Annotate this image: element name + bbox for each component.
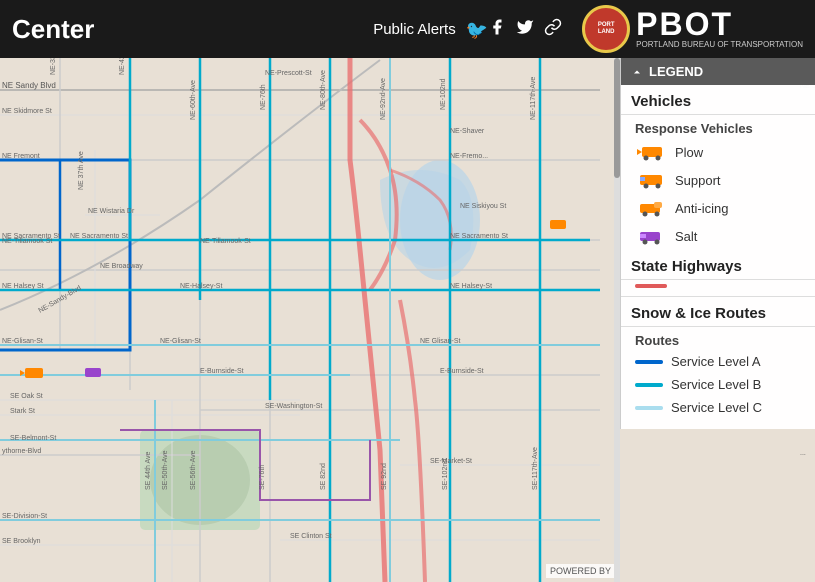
state-highway-line [635, 284, 667, 288]
pbot-big-text: PBOT [636, 8, 803, 40]
header: Center Public Alerts 🐦 PORTLAND PBOT POR… [0, 0, 815, 58]
svg-text:SE-117th-Ave: SE-117th-Ave [532, 447, 539, 490]
svg-text:SE-56th-Ave: SE-56th-Ave [190, 450, 197, 490]
svg-text:NE-60th-Ave: NE-60th-Ave [190, 80, 197, 120]
legend-item-support: Support [621, 166, 815, 194]
routes-subtitle: Routes [621, 327, 815, 350]
svg-text:SE Brooklyn: SE Brooklyn [2, 538, 41, 545]
plow-icon [635, 142, 667, 162]
svg-text:NE-Tillamook-St: NE-Tillamook-St [200, 238, 251, 245]
pbot-small-text: PORTLAND BUREAU OF TRANSPORTATION [636, 40, 803, 50]
legend-item-state-highway [621, 280, 815, 292]
svg-text:NE Glisan-St: NE Glisan-St [420, 338, 461, 345]
vehicles-section-title: Vehicles [621, 85, 815, 115]
legend-item-service-level-b: Service Level B [621, 373, 815, 396]
svg-text:NE-Prescott-St: NE-Prescott-St [265, 70, 312, 77]
svg-text:NE Siskiyou St: NE Siskiyou St [460, 203, 506, 210]
legend-panel: LEGEND Vehicles Response Vehicles Plow S… [620, 58, 815, 429]
svg-text:NE-Fremo...: NE-Fremo... [450, 153, 488, 160]
support-icon [635, 170, 667, 190]
svg-text:NE-Tillamook St: NE-Tillamook St [2, 238, 52, 245]
svg-text:E-Burnside-St: E-Burnside-St [440, 368, 484, 375]
svg-text:SE-76th: SE-76th [259, 465, 266, 490]
svg-text:SE-102nd: SE-102nd [442, 459, 449, 490]
legend-scrollbar-thumb[interactable] [614, 58, 620, 178]
svg-text:NE Halsey St: NE Halsey St [2, 283, 44, 290]
pbot-text: PBOT PORTLAND BUREAU OF TRANSPORTATION [636, 8, 803, 50]
powered-by: POWERED BY [546, 564, 615, 578]
svg-text:NE Sandy Blvd: NE Sandy Blvd [2, 81, 56, 90]
pbot-logo-circle: PORTLAND [582, 5, 630, 53]
plow-label: Plow [675, 145, 703, 160]
twitter-icon[interactable] [516, 18, 534, 41]
anti-icing-icon [635, 198, 667, 218]
response-vehicles-subtitle: Response Vehicles [621, 115, 815, 138]
pbot-logo: PORTLAND PBOT PORTLAND BUREAU OF TRANSPO… [582, 5, 803, 53]
service-level-c-line [635, 406, 663, 410]
svg-text:SE 92nd: SE 92nd [381, 463, 388, 490]
svg-text:NE-76th: NE-76th [260, 84, 267, 110]
legend-item-anti-icing: Anti-icing [621, 194, 815, 222]
svg-text:...: ... [800, 450, 806, 457]
svg-text:ythorne-Blvd: ythorne-Blvd [2, 448, 41, 455]
snow-ice-routes-title: Snow & Ice Routes [621, 296, 815, 327]
svg-text:NE-Glisan-St: NE-Glisan-St [2, 338, 43, 345]
legend-scrollbar[interactable] [614, 58, 620, 582]
header-right: Public Alerts 🐦 PORTLAND PBOT PORTLAND B… [373, 5, 803, 53]
legend-header: LEGEND [621, 58, 815, 85]
legend-header-label: LEGEND [649, 64, 703, 79]
support-label: Support [675, 173, 721, 188]
svg-text:NE Wistaria Dr: NE Wistaria Dr [88, 208, 135, 215]
svg-text:SE 82nd: SE 82nd [320, 463, 327, 490]
svg-text:NE-80th-Ave: NE-80th-Ave [320, 70, 327, 110]
powered-by-text: POWERED BY [550, 566, 611, 576]
state-highways-title: State Highways [621, 250, 815, 280]
svg-text:NE-102nd: NE-102nd [440, 78, 447, 110]
svg-text:NE Sacramento St: NE Sacramento St [70, 233, 128, 240]
svg-text:SE Oak St: SE Oak St [10, 393, 43, 400]
service-level-b-label: Service Level B [671, 377, 761, 392]
legend-item-service-level-c: Service Level C [621, 396, 815, 419]
svg-text:NE Skidmore St: NE Skidmore St [2, 108, 52, 115]
salt-label: Salt [675, 229, 697, 244]
svg-text:NE-Shaver: NE-Shaver [450, 128, 485, 135]
svg-text:NE Halsey-St: NE Halsey-St [450, 283, 492, 290]
facebook-icon[interactable]: 🐦 [466, 18, 506, 41]
link-icon[interactable] [544, 18, 562, 41]
svg-text:SE-Division-St: SE-Division-St [2, 513, 47, 520]
service-level-a-label: Service Level A [671, 354, 761, 369]
service-level-b-line [635, 383, 663, 387]
public-alerts-label: Public Alerts [373, 21, 456, 38]
legend-item-salt: Salt [621, 222, 815, 250]
svg-text:SE-Market-St: SE-Market-St [430, 458, 472, 465]
svg-text:NE-92nd-Ave: NE-92nd-Ave [380, 78, 387, 120]
service-level-a-line [635, 360, 663, 364]
svg-text:NE-Glisan-St: NE-Glisan-St [160, 338, 201, 345]
svg-text:NE-117th-Ave: NE-117th-Ave [530, 77, 537, 120]
svg-text:SE Clinton St: SE Clinton St [290, 533, 332, 540]
svg-text:NE-Halsey-St: NE-Halsey-St [180, 283, 222, 290]
svg-text:SE-Belmont-St: SE-Belmont-St [10, 435, 56, 442]
svg-text:NE Broadway: NE Broadway [100, 263, 143, 270]
chevron-up-icon [631, 66, 643, 78]
svg-text:SE 44th Ave: SE 44th Ave [145, 451, 152, 490]
anti-icing-label: Anti-icing [675, 201, 728, 216]
svg-text:NE Fremont: NE Fremont [2, 153, 40, 160]
svg-text:SE-50th-Ave: SE-50th-Ave [162, 450, 169, 490]
service-level-c-label: Service Level C [671, 400, 762, 415]
svg-text:E-Burnside-St: E-Burnside-St [200, 368, 244, 375]
svg-text:NE Sacramento St: NE Sacramento St [450, 233, 508, 240]
salt-icon [635, 226, 667, 246]
header-title: Center [12, 14, 94, 45]
svg-text:Stark St: Stark St [10, 408, 35, 415]
legend-item-plow: Plow [621, 138, 815, 166]
svg-text:SE-Washington-St: SE-Washington-St [265, 403, 322, 410]
svg-text:NE 37th Ave: NE 37th Ave [78, 151, 85, 190]
legend-item-service-level-a: Service Level A [621, 350, 815, 373]
